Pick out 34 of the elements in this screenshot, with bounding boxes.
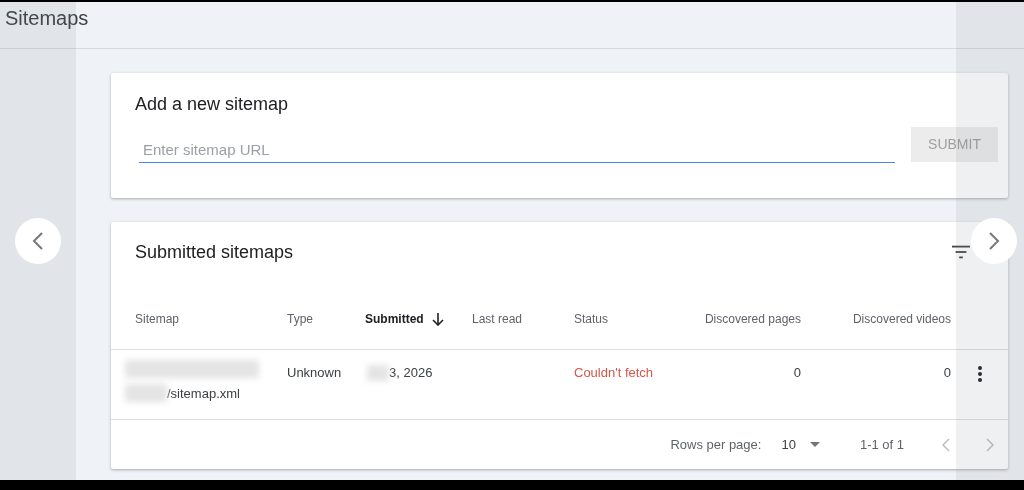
more-options-button[interactable]	[976, 365, 983, 383]
filter-icon[interactable]	[952, 244, 970, 260]
column-header[interactable]: Discovered videos	[852, 312, 951, 326]
status-text: Couldn't fetch	[574, 365, 654, 380]
page-title: Sitemaps	[5, 6, 89, 30]
redacted-text	[367, 365, 389, 381]
rows-per-page-dropdown[interactable]: 10	[781, 437, 820, 452]
chevron-right-icon	[987, 231, 1001, 251]
dropdown-caret-icon	[809, 442, 820, 447]
chevron-right-icon	[986, 437, 994, 452]
card-title: Submitted sitemaps	[135, 242, 294, 263]
rows-per-page-label: Rows per page:	[670, 437, 762, 452]
column-header[interactable]: Status	[574, 312, 609, 326]
previous-page-button[interactable]	[942, 437, 950, 452]
table-cell: 3, 2026	[389, 365, 433, 380]
table-cell: 0	[793, 365, 801, 380]
column-header[interactable]: Submitted	[365, 312, 424, 326]
url-input-field[interactable]: Enter sitemap URL	[139, 135, 895, 163]
column-header[interactable]: Sitemap	[135, 312, 180, 326]
table-cell: 0	[943, 365, 951, 380]
card-title: Add a new sitemap	[135, 93, 290, 115]
column-header[interactable]: Last read	[472, 312, 523, 326]
column-header[interactable]: Type	[287, 312, 313, 326]
table-cell: Unknown	[287, 365, 342, 380]
chevron-left-icon	[942, 437, 950, 452]
sort-down-arrow-icon[interactable]	[431, 312, 444, 326]
previous-slide-button[interactable]	[15, 218, 61, 264]
page-range: 1-1 of 1	[859, 437, 904, 452]
column-header[interactable]: Discovered pages	[704, 312, 801, 326]
redacted-text	[125, 384, 167, 402]
next-page-button[interactable]	[986, 437, 994, 452]
sitemap-url: /sitemap.xml	[167, 385, 240, 401]
chevron-left-icon	[31, 231, 45, 251]
more-vertical-icon	[976, 365, 983, 383]
